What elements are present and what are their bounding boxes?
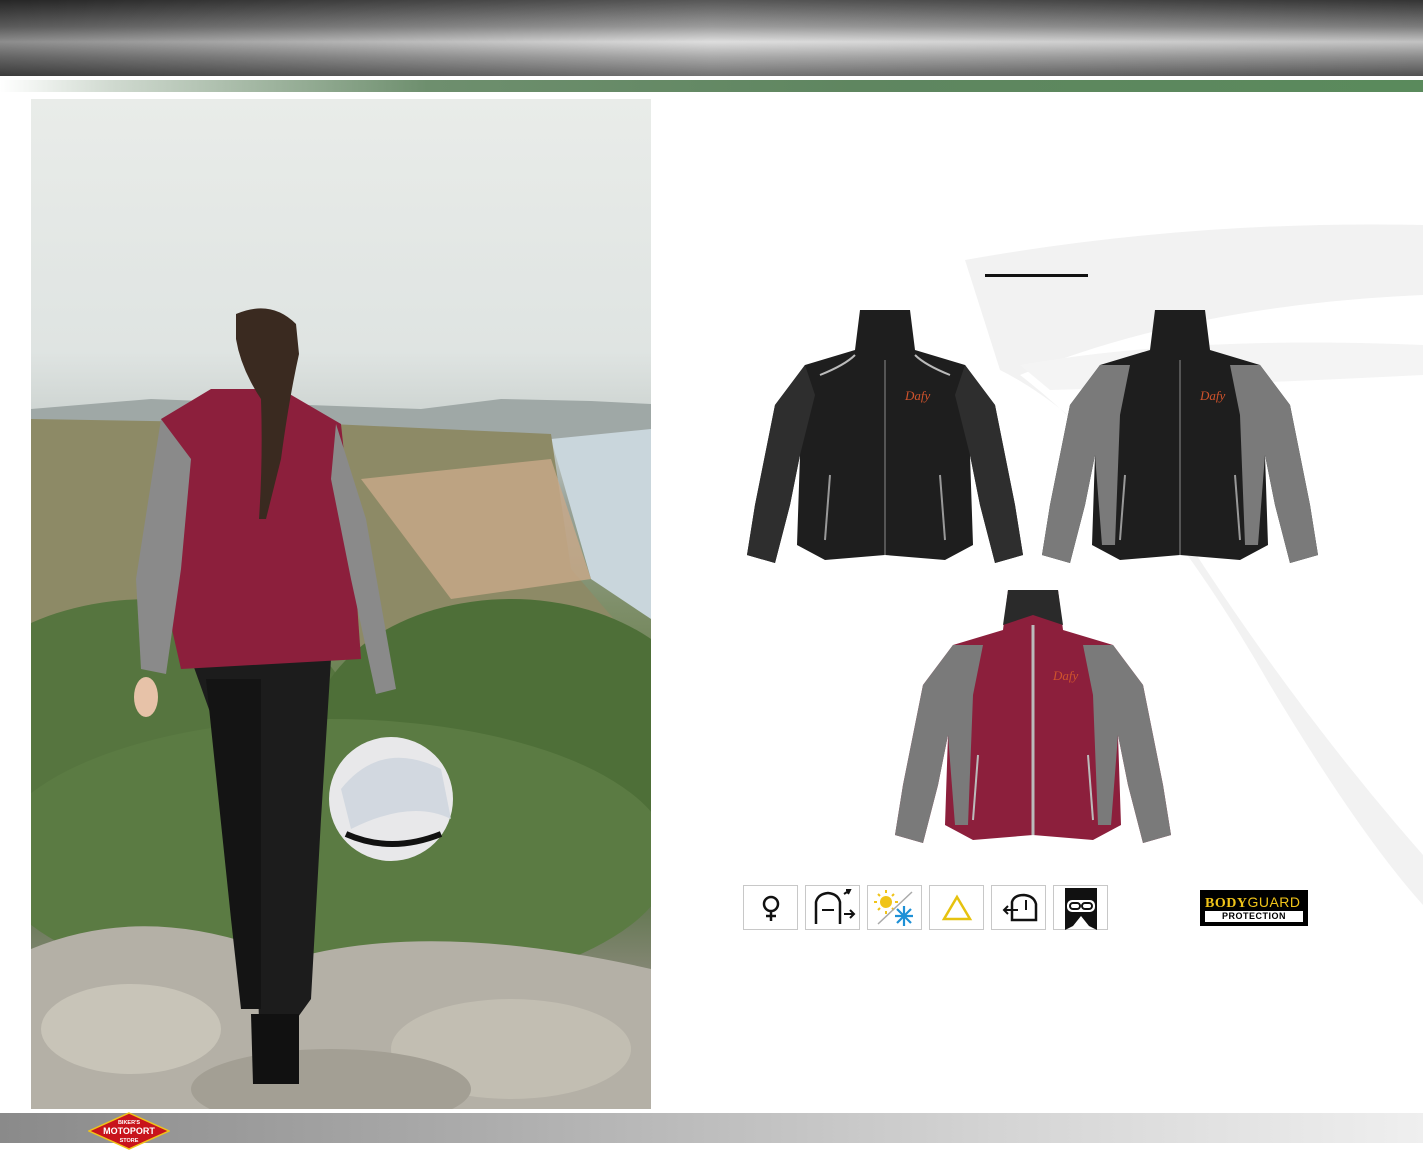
badge-title: BODYGUARD xyxy=(1205,894,1301,912)
all-season-feature xyxy=(867,885,922,930)
waist-connection-feature xyxy=(1053,885,1108,930)
top-header-banner xyxy=(0,0,1423,76)
svg-text:Dafy: Dafy xyxy=(1052,668,1079,683)
connection-zip-icon xyxy=(1002,893,1037,921)
adjustable-fit-feature xyxy=(805,885,860,930)
footer-bar xyxy=(0,1113,1423,1143)
badge-word-body: BODY xyxy=(1205,896,1248,911)
svg-text:MOTOPORT: MOTOPORT xyxy=(103,1126,155,1136)
connection-zip-feature xyxy=(991,885,1046,930)
sun-snow-season-icon xyxy=(873,889,913,926)
reflective-triangle-icon xyxy=(941,894,972,920)
badge-word-guard: GUARD xyxy=(1247,894,1301,910)
lifestyle-photo xyxy=(31,99,651,1109)
black-grey-jacket-image: Dafy xyxy=(1042,310,1318,563)
motoport-store-logo: BIKER'S MOTOPORT STORE xyxy=(88,1112,170,1150)
svg-text:STORE: STORE xyxy=(120,1138,139,1144)
adjustable-collar-icon xyxy=(814,888,855,924)
black-jacket-image: Dafy xyxy=(747,310,1023,563)
bodyguard-protection-badge: BODYGUARD PROTECTION xyxy=(1200,890,1308,926)
waist-connection-icon xyxy=(1064,887,1097,930)
svg-text:Dafy: Dafy xyxy=(1199,388,1226,403)
svg-text:Dafy: Dafy xyxy=(904,388,931,403)
badge-subtitle: PROTECTION xyxy=(1205,911,1303,922)
title-underline xyxy=(985,274,1088,277)
female-fit-feature xyxy=(743,885,798,930)
red-grey-jacket-image: Dafy xyxy=(895,590,1171,843)
reflective-feature xyxy=(929,885,984,930)
female-symbol-icon xyxy=(762,895,779,921)
green-accent-stripe xyxy=(0,80,1423,92)
woman-walking-coast-illustration xyxy=(31,308,651,1109)
